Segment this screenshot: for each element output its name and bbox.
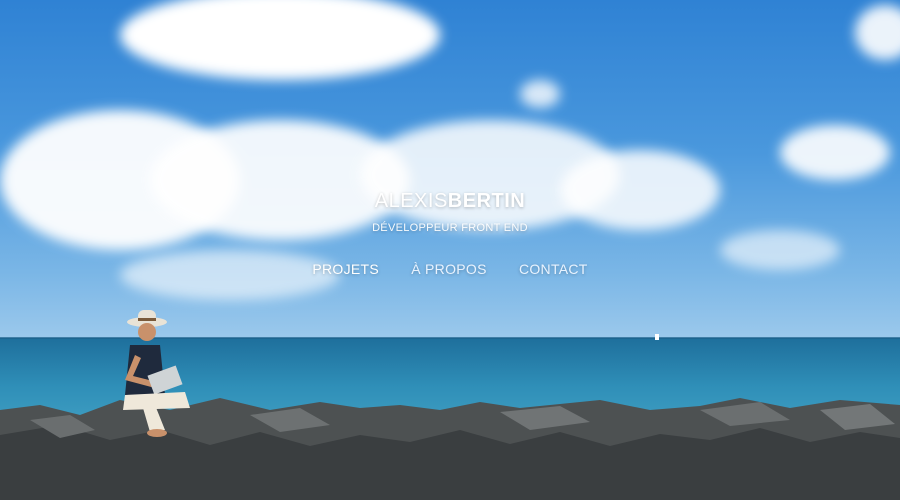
nav-item-projets[interactable]: PROJETS	[312, 261, 379, 277]
nav-item-contact[interactable]: CONTACT	[519, 261, 588, 277]
brand-first-name: ALEXIS	[374, 190, 448, 212]
brand-last-name: BERTIN	[447, 190, 526, 212]
main-nav: PROJETS À PROPOS CONTACT	[0, 261, 900, 277]
site-subtitle: DÉVELOPPEUR FRONT END	[372, 222, 528, 234]
site-logo[interactable]: ALEXISBERTIN	[0, 190, 900, 213]
nav-item-a-propos[interactable]: À PROPOS	[411, 261, 487, 277]
hero-overlay: ALEXISBERTIN DÉVELOPPEUR FRONT END PROJE…	[0, 0, 900, 500]
